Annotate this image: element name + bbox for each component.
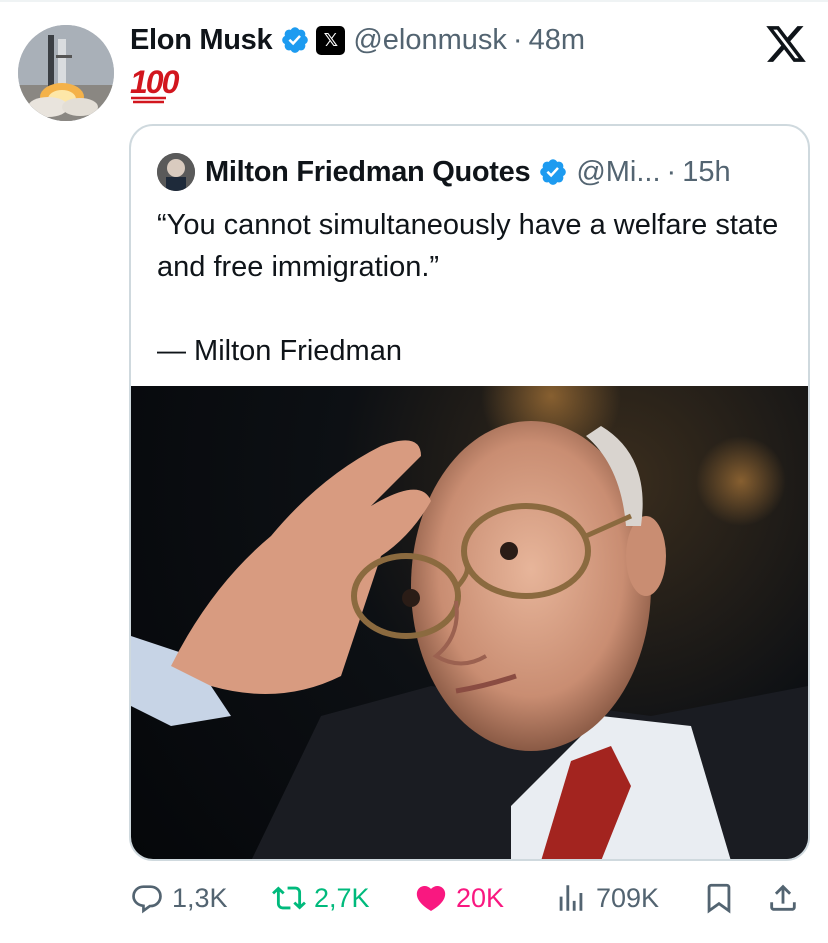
rocket-launch-image	[18, 25, 114, 121]
views-button[interactable]: 709K	[554, 874, 659, 922]
quoted-author-name[interactable]: Milton Friedman Quotes	[205, 156, 531, 189]
like-button[interactable]: 20K	[414, 874, 504, 922]
repost-button[interactable]: 2,7K	[272, 874, 370, 922]
quoted-timestamp[interactable]: 15h	[682, 156, 730, 189]
like-count: 20K	[456, 882, 505, 913]
reply-button[interactable]: 1,3K	[130, 874, 228, 922]
author-handle[interactable]: @elonmusk	[353, 24, 507, 57]
bookmark-icon	[707, 883, 731, 914]
tweet-timestamp[interactable]: 48m	[529, 24, 585, 57]
share-button[interactable]	[766, 874, 800, 922]
quoted-tweet-header: Milton Friedman Quotes @Mi... · 15h	[157, 152, 731, 192]
top-divider	[0, 0, 828, 2]
author-name[interactable]: Elon Musk	[130, 24, 273, 57]
affiliate-badge: 𝕏	[316, 25, 346, 55]
views-count: 709K	[596, 882, 660, 913]
share-icon	[770, 884, 796, 911]
x-logo-icon	[766, 26, 806, 62]
quoted-tweet-text: “You cannot simultaneously have a welfar…	[157, 209, 779, 367]
repost-count: 2,7K	[314, 882, 370, 913]
tweet-text: 100	[130, 62, 179, 104]
verified-badge-icon	[282, 27, 309, 53]
quoted-tweet-photo[interactable]	[131, 386, 808, 859]
hundred-emoji-underline	[131, 96, 166, 104]
views-icon	[559, 885, 583, 911]
heart-icon	[416, 885, 446, 911]
verified-badge-icon	[540, 159, 567, 185]
reply-icon	[132, 885, 162, 914]
reply-count: 1,3K	[172, 882, 228, 913]
quoted-author-handle[interactable]: @Mi...	[576, 156, 660, 189]
hundred-emoji: 100	[130, 64, 179, 100]
quoted-tweet-card[interactable]: Milton Friedman Quotes @Mi... · 15h “You…	[129, 124, 810, 861]
repost-icon	[272, 886, 306, 910]
portrait-photo	[131, 386, 808, 859]
author-avatar[interactable]	[18, 25, 114, 121]
quoted-author-avatar[interactable]	[157, 153, 195, 191]
tweet-header: Elon Musk 𝕏 @elonmusk · 48m	[130, 20, 585, 60]
separator-dot: ·	[666, 155, 677, 188]
tweet-action-bar: 1,3K 2,7K 20K 709K	[130, 874, 810, 922]
bookmark-button[interactable]	[702, 874, 736, 922]
separator-dot: ·	[512, 23, 523, 56]
portrait-image	[157, 153, 195, 191]
